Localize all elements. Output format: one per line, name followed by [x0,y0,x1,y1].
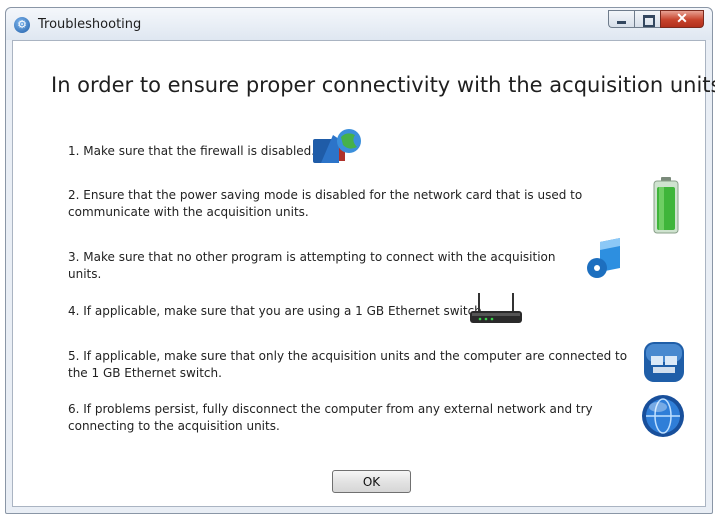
step-3-text: 3. Make sure that no other program is at… [68,250,556,281]
step-5-text: 5. If applicable, make sure that only th… [68,349,628,380]
window-title: Troubleshooting [38,17,142,32]
close-button[interactable]: ✕ [660,10,704,28]
window-controls: ✕ [608,10,704,30]
program-icon [587,238,620,278]
step-6-text: 6. If problems persist, fully disconnect… [68,402,593,433]
title-bar[interactable]: ⚙ Troubleshooting ✕ [6,8,712,40]
minimize-button[interactable] [608,10,634,28]
maximize-button[interactable] [634,10,660,28]
globe-icon [642,395,684,437]
close-icon: ✕ [676,10,688,26]
minimize-icon [617,21,626,24]
gear-icon: ⚙ [14,17,30,33]
troubleshooting-window: ⚙ Troubleshooting ✕ In order to ensure p… [5,7,715,514]
step-4-text: 4. If applicable, make sure that you are… [68,304,486,318]
battery-icon [653,177,679,234]
step-2-text: 2. Ensure that the power saving mode is … [68,188,583,219]
maximize-icon [643,15,655,27]
dialog-content: In order to ensure proper connectivity w… [12,40,715,507]
ok-button[interactable]: OK [332,470,411,493]
firewall-icon [313,129,361,163]
dialog-heading: In order to ensure proper connectivity w… [51,73,715,97]
network-icon [644,342,684,382]
router-icon [470,293,522,323]
